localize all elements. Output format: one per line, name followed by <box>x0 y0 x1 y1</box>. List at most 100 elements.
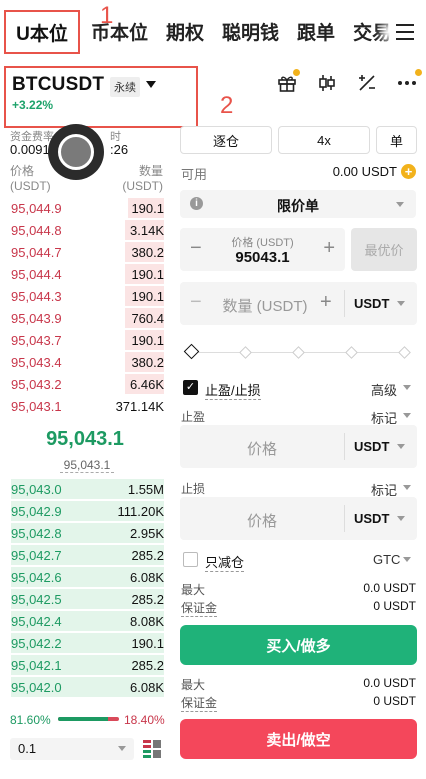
bid-row[interactable]: 95,043.0 1.55M <box>0 478 170 500</box>
qty-header-unit: (USDT) <box>122 179 163 193</box>
buy-max-label: 最大 <box>181 583 206 597</box>
calculator-icon[interactable] <box>356 72 378 94</box>
bid-row[interactable]: 95,042.1 285.2 <box>0 654 170 676</box>
ask-row[interactable]: 95,043.4 380.2 <box>0 351 170 373</box>
loading-spinner-icon <box>48 124 104 180</box>
buy-long-button[interactable]: 买入/做多 <box>180 625 417 665</box>
row-price: 95,042.0 <box>11 680 62 695</box>
tab-options[interactable]: 期权 <box>157 18 213 45</box>
price-input-value: 95043.1 <box>235 249 290 266</box>
bid-row[interactable]: 95,042.5 285.2 <box>0 588 170 610</box>
row-price: 95,042.1 <box>11 658 62 673</box>
ask-row[interactable]: 95,044.9 190.1 <box>0 197 170 219</box>
buy-button-label: 买入/做多 <box>266 637 331 655</box>
row-quantity: 380.2 <box>131 245 164 260</box>
quantity-input[interactable]: − 数量 (USDT) + USDT <box>180 282 417 325</box>
bid-row[interactable]: 95,042.2 190.1 <box>0 632 170 654</box>
menu-icon[interactable] <box>396 24 414 40</box>
caret-down-icon <box>397 516 405 521</box>
symbol-selector[interactable]: BTCUSDT 永续 +3.22% <box>4 66 198 128</box>
sl-price-input[interactable]: 价格 USDT <box>180 497 417 540</box>
qty-increment-button[interactable]: + <box>320 291 332 314</box>
candlestick-icon[interactable] <box>316 72 338 94</box>
qty-unit-select[interactable]: USDT <box>354 296 389 311</box>
more-icon[interactable] <box>396 69 422 94</box>
tpsl-label: 止盈/止损 <box>205 380 261 400</box>
tpsl-checkbox[interactable]: ✓ <box>183 380 198 395</box>
gift-icon[interactable] <box>276 69 300 94</box>
buy-ratio: 81.60% <box>10 713 51 727</box>
row-quantity: 8.08K <box>130 614 164 629</box>
tab-trade[interactable]: 交易 <box>344 18 400 45</box>
row-price: 95,042.5 <box>11 592 62 607</box>
price-input[interactable]: − 价格 (USDT) 95043.1 + <box>180 228 345 271</box>
caret-down-icon <box>403 385 411 390</box>
qty-decrement-button[interactable]: − <box>190 291 202 314</box>
row-quantity: 190.1 <box>131 201 164 216</box>
add-funds-icon[interactable]: + <box>401 164 416 179</box>
row-price: 95,042.6 <box>11 570 62 585</box>
slider-node-75[interactable] <box>345 346 358 359</box>
buy-max-value: 0.0 USDT <box>363 581 416 595</box>
funding-rate-value: 0.0091 <box>10 142 50 157</box>
caret-down-icon <box>397 301 405 306</box>
tp-price-input[interactable]: 价格 USDT <box>180 425 417 468</box>
row-price: 95,044.7 <box>11 245 62 260</box>
leverage-button[interactable]: 4x <box>278 126 370 154</box>
bid-row[interactable]: 95,042.8 2.95K <box>0 522 170 544</box>
bid-row[interactable]: 95,042.7 285.2 <box>0 544 170 566</box>
row-price: 95,044.8 <box>11 223 62 238</box>
order-type-label: 限价单 <box>277 198 319 214</box>
perpetual-badge: 永续 <box>110 77 140 97</box>
ask-row[interactable]: 95,043.2 6.46K <box>0 373 170 395</box>
position-mode-button[interactable]: 单 <box>376 126 417 154</box>
caret-down-icon <box>146 81 156 88</box>
ask-row[interactable]: 95,043.9 760.4 <box>0 307 170 329</box>
layout-icon[interactable] <box>143 740 161 758</box>
precision-value: 0.1 <box>18 741 37 756</box>
slider-node-100[interactable] <box>398 346 411 359</box>
tp-unit-select[interactable]: USDT <box>354 439 389 454</box>
slider-handle[interactable] <box>183 343 200 360</box>
header-icons <box>276 69 422 94</box>
row-quantity: 6.08K <box>130 570 164 585</box>
reduce-only-checkbox[interactable] <box>183 552 198 567</box>
tab-u-margined[interactable]: U本位 <box>4 10 80 54</box>
tab-smart-money[interactable]: 聪明钱 <box>213 18 288 45</box>
price-header-label: 价格 <box>10 164 35 178</box>
caret-down-icon <box>397 444 405 449</box>
bid-row[interactable]: 95,042.4 8.08K <box>0 610 170 632</box>
slider-node-50[interactable] <box>292 346 305 359</box>
margin-mode-button[interactable]: 逐仓 <box>180 126 272 154</box>
ask-row[interactable]: 95,044.7 380.2 <box>0 241 170 263</box>
price-increment-button[interactable]: + <box>323 237 335 260</box>
ask-row[interactable]: 95,043.1 371.14K <box>0 395 170 417</box>
advanced-select[interactable]: 高级 <box>371 380 397 399</box>
row-price: 95,043.9 <box>11 311 62 326</box>
precision-select[interactable]: 0.1 <box>10 738 134 760</box>
sl-price-placeholder: 价格 <box>246 513 277 530</box>
order-type-select[interactable]: i 限价单 <box>180 190 416 218</box>
row-quantity: 111.20K <box>117 504 164 519</box>
row-quantity: 190.1 <box>131 289 164 304</box>
tab-copy-trading[interactable]: 跟单 <box>288 18 344 45</box>
tab-coin-margined[interactable]: 币本位 <box>82 18 157 45</box>
row-quantity: 285.2 <box>131 658 164 673</box>
row-price: 95,043.4 <box>11 355 62 370</box>
ask-row[interactable]: 95,044.3 190.1 <box>0 285 170 307</box>
annotation-2: 2 <box>220 92 234 119</box>
slider-node-25[interactable] <box>239 346 252 359</box>
ask-row[interactable]: 95,043.7 190.1 <box>0 329 170 351</box>
bid-row[interactable]: 95,042.6 6.08K <box>0 566 170 588</box>
bid-row[interactable]: 95,042.0 6.08K <box>0 676 170 698</box>
tp-price-placeholder: 价格 <box>246 441 277 458</box>
tif-select[interactable]: GTC <box>373 552 400 567</box>
ask-row[interactable]: 95,044.8 3.14K <box>0 219 170 241</box>
best-price-button[interactable]: 最优价 <box>351 228 417 271</box>
sell-short-button[interactable]: 卖出/做空 <box>180 719 417 759</box>
row-price: 95,044.3 <box>11 289 62 304</box>
sl-unit-select[interactable]: USDT <box>354 511 389 526</box>
ask-row[interactable]: 95,044.4 190.1 <box>0 263 170 285</box>
sell-max-value: 0.0 USDT <box>363 676 416 690</box>
bid-row[interactable]: 95,042.9 111.20K <box>0 500 170 522</box>
